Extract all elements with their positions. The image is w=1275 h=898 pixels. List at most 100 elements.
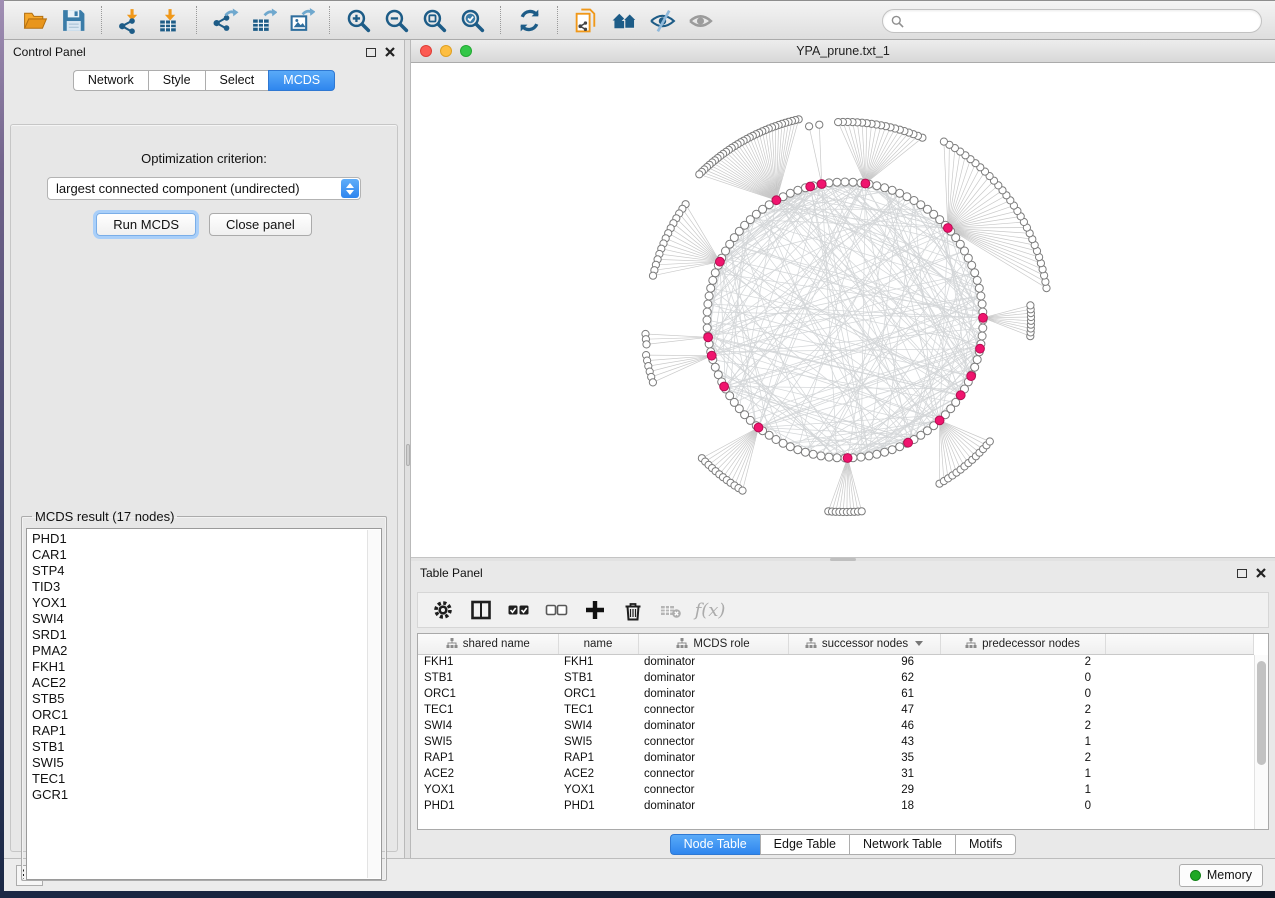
table-cell[interactable]: 0 <box>940 670 1105 686</box>
table-scrollbar-thumb[interactable] <box>1257 661 1266 765</box>
new-network-from-selection-button[interactable] <box>567 4 605 36</box>
show-networks-button[interactable] <box>605 4 643 36</box>
table-row[interactable]: RAP1RAP1dominator352 <box>418 750 1254 766</box>
graph-node[interactable] <box>888 446 896 454</box>
graph-hub-node-selected[interactable] <box>707 351 716 360</box>
table-cell[interactable]: SWI4 <box>418 718 558 734</box>
table-row[interactable]: FKH1FKH1dominator962 <box>418 654 1254 670</box>
graph-node[interactable] <box>896 189 904 197</box>
table-cell[interactable]: ACE2 <box>558 766 638 782</box>
close-panel-icon[interactable] <box>385 47 395 57</box>
graph-node[interactable] <box>833 454 841 462</box>
graph-hub-node-selected[interactable] <box>979 313 988 322</box>
table-cell[interactable]: STB1 <box>418 670 558 686</box>
zoom-fit-button[interactable] <box>415 4 453 36</box>
zoom-selected-button[interactable] <box>453 4 491 36</box>
save-session-button[interactable] <box>54 4 92 36</box>
mcds-result-item[interactable]: ACE2 <box>32 675 381 691</box>
memory-button[interactable]: Memory <box>1179 864 1263 887</box>
graph-node[interactable] <box>705 292 713 300</box>
table-cell[interactable]: 61 <box>788 686 940 702</box>
criterion-dropdown[interactable]: largest connected component (undirected) <box>47 177 361 200</box>
table-cell[interactable]: ORC1 <box>558 686 638 702</box>
table-cell[interactable]: TEC1 <box>558 702 638 718</box>
table-cell[interactable]: 2 <box>940 654 1105 670</box>
tab-network-table[interactable]: Network Table <box>849 834 955 855</box>
table-cell[interactable]: 0 <box>940 686 1105 702</box>
mcds-result-item[interactable]: CAR1 <box>32 547 381 563</box>
mcds-result-item[interactable]: FKH1 <box>32 659 381 675</box>
table-cell[interactable]: dominator <box>638 686 788 702</box>
graph-hub-node-selected[interactable] <box>904 438 913 447</box>
table-cell[interactable]: 1 <box>940 782 1105 798</box>
mcds-result-item[interactable]: RAP1 <box>32 723 381 739</box>
graph-node[interactable] <box>709 276 717 284</box>
table-settings-button[interactable] <box>426 595 460 625</box>
table-cell[interactable]: dominator <box>638 750 788 766</box>
table-cell[interactable]: 96 <box>788 654 940 670</box>
table-cell[interactable]: SWI5 <box>558 734 638 750</box>
graph-leaf-node[interactable] <box>643 341 650 348</box>
graph-hub-node-selected[interactable] <box>944 224 953 233</box>
graph-hub-node-selected[interactable] <box>967 372 976 381</box>
mcds-result-item[interactable]: YOX1 <box>32 595 381 611</box>
table-cell[interactable]: RAP1 <box>558 750 638 766</box>
mcds-result-item[interactable]: ORC1 <box>32 707 381 723</box>
graph-node[interactable] <box>978 300 986 308</box>
add-column-button[interactable] <box>578 595 612 625</box>
table-cell[interactable]: 43 <box>788 734 940 750</box>
graph-node[interactable] <box>794 186 802 194</box>
graph-node[interactable] <box>825 453 833 461</box>
tab-network[interactable]: Network <box>73 70 148 91</box>
mcds-result-item[interactable]: SWI5 <box>32 755 381 771</box>
table-cell[interactable]: STB1 <box>558 670 638 686</box>
table-cell[interactable]: dominator <box>638 718 788 734</box>
graph-node[interactable] <box>711 363 719 371</box>
graph-node[interactable] <box>977 292 985 300</box>
graph-node[interactable] <box>888 186 896 194</box>
function-builder-button[interactable]: f(x) <box>692 595 726 625</box>
splitter-grip[interactable] <box>406 444 410 466</box>
graph-node[interactable] <box>703 316 711 324</box>
hide-selected-button[interactable] <box>643 4 681 36</box>
table-row[interactable]: PHD1PHD1dominator180 <box>418 798 1254 814</box>
graph-node[interactable] <box>873 450 881 458</box>
graph-hub-node-selected[interactable] <box>716 257 725 266</box>
delete-button[interactable] <box>616 595 650 625</box>
table-cell[interactable]: RAP1 <box>418 750 558 766</box>
table-cell[interactable]: TEC1 <box>418 702 558 718</box>
tab-motifs[interactable]: Motifs <box>955 834 1016 855</box>
refresh-button[interactable] <box>510 4 548 36</box>
table-row[interactable]: TEC1TEC1connector472 <box>418 702 1254 718</box>
table-cell[interactable]: 2 <box>940 702 1105 718</box>
table-cell[interactable]: 2 <box>940 750 1105 766</box>
tab-select[interactable]: Select <box>205 70 269 91</box>
table-cell[interactable]: 1 <box>940 734 1105 750</box>
column-header-name[interactable]: name <box>558 634 638 654</box>
table-cell[interactable]: dominator <box>638 670 788 686</box>
mcds-result-item[interactable]: PMA2 <box>32 643 381 659</box>
graph-node[interactable] <box>841 178 849 186</box>
table-row[interactable]: STB1STB1dominator620 <box>418 670 1254 686</box>
graph-node[interactable] <box>817 452 825 460</box>
table-cell[interactable]: dominator <box>638 798 788 814</box>
export-network-button[interactable] <box>206 4 244 36</box>
mcds-result-item[interactable]: GCR1 <box>32 787 381 803</box>
table-row[interactable]: SWI5SWI5connector431 <box>418 734 1254 750</box>
graph-hub-node-selected[interactable] <box>720 382 729 391</box>
column-header-predecessor-nodes[interactable]: predecessor nodes <box>940 634 1105 654</box>
column-header-successor-nodes[interactable]: successor nodes <box>788 634 940 654</box>
table-cell[interactable]: 31 <box>788 766 940 782</box>
table-cell[interactable]: 47 <box>788 702 940 718</box>
table-cell[interactable]: connector <box>638 782 788 798</box>
graph-leaf-node[interactable] <box>649 272 656 279</box>
tab-style[interactable]: Style <box>148 70 205 91</box>
mcds-result-item[interactable]: STP4 <box>32 563 381 579</box>
graph-node[interactable] <box>865 452 873 460</box>
network-window-titlebar[interactable]: YPA_prune.txt_1 <box>411 40 1275 63</box>
mcds-result-list[interactable]: PHD1CAR1STP4TID3YOX1SWI4SRD1PMA2FKH1ACE2… <box>26 528 382 880</box>
table-cell[interactable]: SWI5 <box>418 734 558 750</box>
graph-node[interactable] <box>809 450 817 458</box>
table-cell[interactable]: connector <box>638 766 788 782</box>
graph-hub-node-selected[interactable] <box>754 423 763 432</box>
